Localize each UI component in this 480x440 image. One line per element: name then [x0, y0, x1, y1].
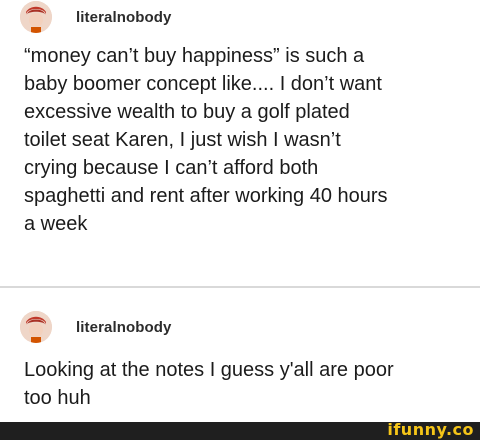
avatar-illustration-icon — [20, 1, 52, 33]
avatar[interactable] — [20, 311, 52, 343]
username[interactable]: literalnobody — [76, 9, 171, 26]
avatar-illustration-icon — [20, 311, 52, 343]
post-divider — [0, 286, 480, 288]
username[interactable]: literalnobody — [76, 319, 171, 336]
avatar[interactable] — [20, 1, 52, 33]
post-body-text: Looking at the notes I guess y'all are p… — [24, 359, 394, 409]
watermark: ifunny.co — [387, 420, 474, 439]
post-header: literalnobody — [20, 310, 171, 344]
post-header: literalnobody — [20, 0, 171, 34]
post-body-text: “money can’t buy happiness” is such a ba… — [24, 45, 388, 235]
